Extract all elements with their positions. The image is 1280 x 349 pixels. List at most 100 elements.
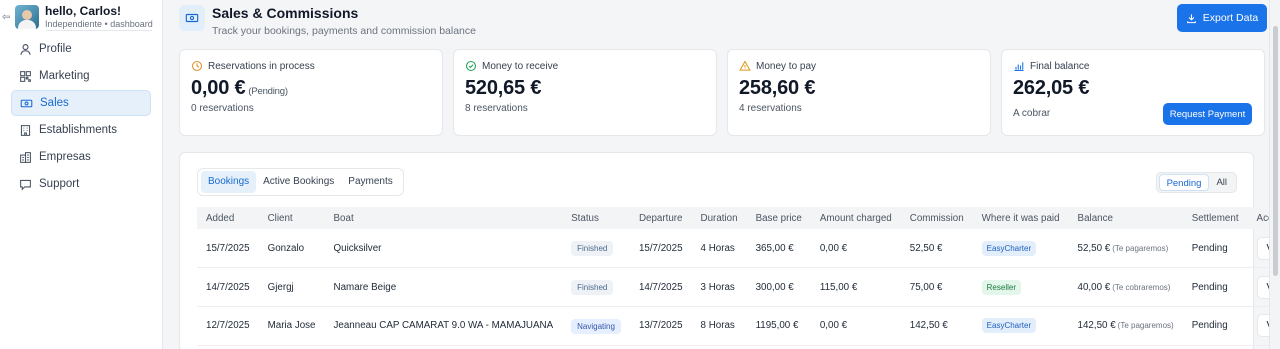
- status-badge: Finished: [571, 240, 614, 256]
- sidebar-item-empresas[interactable]: Empresas: [11, 144, 151, 170]
- sales-icon: [19, 96, 33, 110]
- export-label: Export Data: [1202, 12, 1259, 24]
- cell-commission: 75,00 €: [900, 267, 973, 307]
- balance-note: (Te pagaremos): [1112, 243, 1169, 253]
- collapse-sidebar-icon[interactable]: ⇦: [2, 12, 12, 23]
- tab-active-bookings[interactable]: Active Bookings: [256, 171, 341, 193]
- cell-commission: 142,50 €: [900, 306, 973, 346]
- cell-amount-charged: 0,00 €: [810, 229, 901, 269]
- card-amount: 258,60 €: [739, 77, 816, 99]
- paid-badge: Reseller: [981, 279, 1021, 295]
- cell-added: 14/7/2025: [197, 267, 259, 307]
- sidebar-item-marketing[interactable]: Marketing: [11, 63, 151, 89]
- sidebar-divider: [46, 30, 152, 31]
- chat-icon: [18, 177, 32, 191]
- cell-departure: 15/7/2025: [629, 229, 692, 269]
- col-where-paid[interactable]: Where it was paid: [973, 207, 1069, 229]
- cell-balance: 52,50 € (Te pagaremos): [1068, 229, 1183, 269]
- page-subtitle: Track your bookings, payments and commis…: [212, 25, 476, 38]
- avatar: [15, 5, 39, 29]
- warning-icon: [739, 60, 751, 71]
- sidebar-item-sales[interactable]: Sales: [11, 90, 151, 116]
- cell-departure: 14/7/2025: [629, 267, 692, 307]
- scrollbar-thumb[interactable]: [1273, 26, 1278, 276]
- card-reservations: Reservations in process 0,00 € (Pending) …: [179, 49, 443, 136]
- cell-base-price: 300,00 €: [746, 267, 811, 307]
- card-title: Final balance: [1030, 60, 1090, 72]
- col-amount-charged[interactable]: Amount charged: [811, 207, 901, 229]
- card-amount: 520,65 €: [465, 77, 542, 99]
- request-payment-button[interactable]: Request Payment: [1163, 103, 1252, 125]
- download-icon: [1186, 13, 1196, 23]
- balance-note: (Te cobraremos): [1112, 282, 1171, 292]
- tab-bookings[interactable]: Bookings: [201, 171, 257, 193]
- cell-status: Finished: [562, 229, 630, 269]
- sidebar-item-profile[interactable]: Profile: [11, 36, 151, 62]
- building-icon: [18, 123, 32, 137]
- card-title: Money to pay: [756, 60, 817, 72]
- card-subtext: 0 reservations: [191, 103, 254, 114]
- cell-where-paid: EasyCharter: [972, 306, 1069, 346]
- status-badge: Finished: [571, 279, 614, 295]
- main-content: Sales & Commissions Track your bookings,…: [163, 0, 1280, 349]
- col-base-price[interactable]: Base price: [747, 207, 811, 229]
- col-added[interactable]: Added: [197, 207, 259, 229]
- check-circle-icon: [465, 60, 477, 72]
- sidebar-item-label: Profile: [39, 43, 72, 55]
- cell-base-price: 365,00 €: [746, 229, 811, 269]
- col-balance[interactable]: Balance: [1069, 207, 1183, 229]
- col-client[interactable]: Client: [259, 207, 325, 229]
- cell-duration: 3 Horas: [691, 267, 747, 307]
- sidebar-item-label: Establishments: [39, 124, 117, 136]
- cell-commission: 52,50 €: [900, 229, 973, 269]
- card-title: Money to receive: [482, 60, 559, 72]
- card-amount: 262,05 €: [1013, 77, 1090, 99]
- cell-base-price: 1195,00 €: [746, 306, 811, 346]
- sidebar-item-label: Empresas: [39, 151, 91, 163]
- cell-added: 15/7/2025: [197, 229, 259, 269]
- pending-note: (Pending): [248, 86, 288, 97]
- cell-duration: 4 Horas: [691, 229, 747, 269]
- status-badge: Navigating: [571, 319, 621, 335]
- cell-amount-charged: 0,00 €: [810, 306, 901, 346]
- table-row: 15/7/2025 Gonzalo Quicksilver Finished 1…: [197, 229, 1280, 269]
- table-row: 14/7/2025 Gjergj Namare Beige Finished 1…: [197, 267, 1280, 307]
- user-greeting: hello, Carlos!: [45, 3, 122, 18]
- cell-balance: 40,00 € (Te cobraremos): [1068, 267, 1183, 307]
- page-scrollbar[interactable]: [1269, 0, 1280, 349]
- cell-boat: Quicksilver: [324, 229, 563, 269]
- filter-pending[interactable]: Pending: [1158, 174, 1210, 191]
- export-data-button[interactable]: Export Data: [1177, 4, 1267, 32]
- card-money-to-pay: Money to pay 258,60 € 4 reservations: [727, 49, 991, 136]
- sidebar: ⇦ hello, Carlos! Independiente • dashboa…: [0, 0, 163, 349]
- sidebar-item-establishments[interactable]: Establishments: [11, 117, 151, 143]
- page-title: Sales & Commissions: [212, 5, 359, 21]
- cell-departure: 13/7/2025: [629, 306, 692, 346]
- cell-where-paid: Reseller: [972, 267, 1069, 307]
- col-settlement[interactable]: Settlement: [1183, 207, 1248, 229]
- bookings-panel: Bookings Active Bookings Payments Pendin…: [179, 152, 1280, 349]
- cell-status: Navigating: [562, 306, 630, 346]
- card-amount: 0,00 €: [191, 77, 246, 99]
- sidebar-item-support[interactable]: Support: [11, 171, 151, 197]
- cell-settlement: Pending: [1182, 306, 1248, 346]
- sidebar-nav: Profile Marketing Sales Establishments E…: [0, 36, 162, 197]
- status-filter: Pending All: [1155, 172, 1237, 193]
- col-duration[interactable]: Duration: [692, 207, 747, 229]
- cell-settlement: Pending: [1182, 267, 1248, 307]
- user-header[interactable]: ⇦ hello, Carlos! Independiente • dashboa…: [0, 0, 162, 34]
- card-subtext: 4 reservations: [739, 103, 802, 114]
- tab-payments[interactable]: Payments: [341, 171, 399, 193]
- balance-value: 52,50 €: [1077, 242, 1111, 254]
- col-boat[interactable]: Boat: [325, 207, 563, 229]
- bookings-table: Added Client Boat Status Departure Durat…: [197, 207, 1280, 346]
- balance-value: 40,00 €: [1077, 281, 1111, 293]
- filter-all[interactable]: All: [1209, 174, 1234, 191]
- col-status[interactable]: Status: [562, 207, 630, 229]
- col-departure[interactable]: Departure: [630, 207, 692, 229]
- cell-status: Finished: [562, 267, 630, 307]
- tab-bar: Bookings Active Bookings Payments: [197, 168, 404, 196]
- col-commission[interactable]: Commission: [901, 207, 973, 229]
- cell-added: 12/7/2025: [197, 306, 259, 346]
- sidebar-item-label: Sales: [40, 97, 69, 109]
